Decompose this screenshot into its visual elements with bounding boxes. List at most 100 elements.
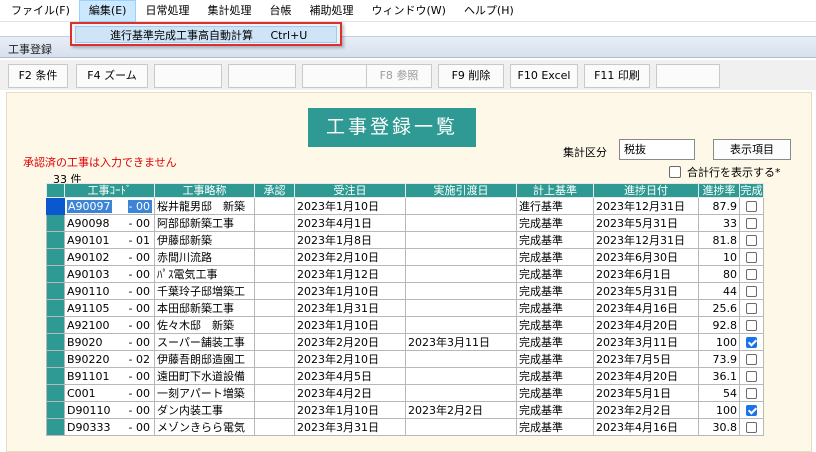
complete-checkbox[interactable] xyxy=(746,337,757,348)
approval-cell[interactable] xyxy=(254,384,295,402)
table-row[interactable]: A92100 - 00 佐々木邸 新築 2023年1月10日 完成基準 2023年4月20… xyxy=(46,316,764,334)
row-marker[interactable] xyxy=(46,384,65,402)
table-row[interactable]: A90103 - 00 ﾊﾟｽ電気工事 2023年1月12日 完成基準 2023年6月1日… xyxy=(46,265,764,283)
delivery-date-cell[interactable] xyxy=(405,197,517,215)
header-order-date[interactable]: 受注日 xyxy=(294,183,406,198)
basis-cell[interactable]: 完成基準 xyxy=(516,231,594,249)
progress-rate-cell[interactable]: 73.9 xyxy=(698,350,740,368)
delivery-date-cell[interactable] xyxy=(405,214,517,232)
approval-cell[interactable] xyxy=(254,299,295,317)
order-date-cell[interactable]: 2023年3月31日 xyxy=(294,418,406,436)
complete-checkbox[interactable] xyxy=(746,235,757,246)
menu-daily[interactable]: 日常処理 xyxy=(136,0,198,22)
progress-rate-cell[interactable]: 92.8 xyxy=(698,316,740,334)
menu-window[interactable]: ウィンドウ(W) xyxy=(362,0,454,22)
approval-cell[interactable] xyxy=(254,265,295,283)
basis-cell[interactable]: 完成基準 xyxy=(516,367,594,385)
f8-reference-button[interactable]: F8 参照 xyxy=(366,64,432,88)
row-marker[interactable] xyxy=(46,231,65,249)
complete-cell[interactable] xyxy=(739,265,764,283)
basis-cell[interactable]: 完成基準 xyxy=(516,248,594,266)
menu-help[interactable]: ヘルプ(H) xyxy=(455,0,523,22)
f2-condition-button[interactable]: F2 条件 xyxy=(8,64,68,88)
header-code[interactable]: 工事ｺｰﾄﾞ xyxy=(64,183,155,198)
order-date-cell[interactable]: 2023年1月10日 xyxy=(294,401,406,419)
approval-cell[interactable] xyxy=(254,214,295,232)
progress-date-cell[interactable]: 2023年6月1日 xyxy=(593,265,699,283)
basis-cell[interactable]: 進行基準 xyxy=(516,197,594,215)
complete-checkbox[interactable] xyxy=(746,286,757,297)
complete-cell[interactable] xyxy=(739,214,764,232)
progress-rate-cell[interactable]: 100 xyxy=(698,333,740,351)
auto-calc-menu-item[interactable]: 進行基準完成工事高自動計算 Ctrl+U xyxy=(75,26,337,43)
progress-rate-cell[interactable]: 30.8 xyxy=(698,418,740,436)
approval-cell[interactable] xyxy=(254,231,295,249)
complete-cell[interactable] xyxy=(739,316,764,334)
f5-empty-button[interactable] xyxy=(154,64,222,88)
code-cell[interactable]: A90098 - 00 xyxy=(64,214,155,232)
progress-rate-cell[interactable]: 54 xyxy=(698,384,740,402)
complete-checkbox[interactable] xyxy=(746,405,757,416)
row-marker[interactable] xyxy=(46,401,65,419)
progress-rate-cell[interactable]: 80 xyxy=(698,265,740,283)
progress-rate-cell[interactable]: 87.9 xyxy=(698,197,740,215)
table-row[interactable]: B91101 - 00 遠田町下水道設備 2023年4月5日 完成基準 2023年4月20… xyxy=(46,367,764,385)
complete-checkbox[interactable] xyxy=(746,422,757,433)
delivery-date-cell[interactable] xyxy=(405,231,517,249)
code-cell[interactable]: A91105 - 00 xyxy=(64,299,155,317)
f4-zoom-button[interactable]: F4 ズーム xyxy=(76,64,148,88)
delivery-date-cell[interactable] xyxy=(405,316,517,334)
basis-cell[interactable]: 完成基準 xyxy=(516,418,594,436)
code-cell[interactable]: A90102 - 00 xyxy=(64,248,155,266)
complete-checkbox[interactable] xyxy=(746,354,757,365)
code-cell[interactable]: B91101 - 00 xyxy=(64,367,155,385)
basis-cell[interactable]: 完成基準 xyxy=(516,299,594,317)
delivery-date-cell[interactable] xyxy=(405,248,517,266)
progress-rate-cell[interactable]: 33 xyxy=(698,214,740,232)
order-date-cell[interactable]: 2023年1月10日 xyxy=(294,316,406,334)
header-basis[interactable]: 計上基準 xyxy=(516,183,594,198)
row-marker[interactable] xyxy=(46,214,65,232)
name-cell[interactable]: ﾊﾟｽ電気工事 xyxy=(154,265,255,283)
approval-cell[interactable] xyxy=(254,333,295,351)
code-cell[interactable]: A92100 - 00 xyxy=(64,316,155,334)
complete-cell[interactable] xyxy=(739,333,764,351)
row-marker[interactable] xyxy=(46,367,65,385)
progress-date-cell[interactable]: 2023年5月31日 xyxy=(593,282,699,300)
complete-checkbox[interactable] xyxy=(746,371,757,382)
name-cell[interactable]: 一刻アパート増築 xyxy=(154,384,255,402)
complete-checkbox[interactable] xyxy=(746,218,757,229)
menu-edit[interactable]: 編集(E) xyxy=(78,0,137,22)
complete-cell[interactable] xyxy=(739,231,764,249)
menu-aggregate[interactable]: 集計処理 xyxy=(198,0,260,22)
order-date-cell[interactable]: 2023年4月2日 xyxy=(294,384,406,402)
basis-cell[interactable]: 完成基準 xyxy=(516,350,594,368)
delivery-date-cell[interactable] xyxy=(405,282,517,300)
approval-cell[interactable] xyxy=(254,350,295,368)
order-date-cell[interactable]: 2023年4月5日 xyxy=(294,367,406,385)
code-cell[interactable]: A90103 - 00 xyxy=(64,265,155,283)
order-date-cell[interactable]: 2023年1月10日 xyxy=(294,197,406,215)
complete-cell[interactable] xyxy=(739,248,764,266)
progress-date-cell[interactable]: 2023年4月20日 xyxy=(593,367,699,385)
table-row[interactable]: A90097 - 00 桜井龍男邸 新築 2023年1月10日 進行基準 2023年12月… xyxy=(46,197,764,215)
approval-cell[interactable] xyxy=(254,367,295,385)
order-date-cell[interactable]: 2023年1月10日 xyxy=(294,282,406,300)
table-row[interactable]: B9020- 00 スーパー舗装工事 2023年2月20日 2023年3月11日 完成基… xyxy=(46,333,764,351)
row-marker[interactable] xyxy=(46,282,65,300)
row-marker[interactable] xyxy=(46,350,65,368)
progress-date-cell[interactable]: 2023年5月31日 xyxy=(593,214,699,232)
row-marker[interactable] xyxy=(46,316,65,334)
approval-cell[interactable] xyxy=(254,401,295,419)
progress-date-cell[interactable]: 2023年6月30日 xyxy=(593,248,699,266)
complete-cell[interactable] xyxy=(739,282,764,300)
table-row[interactable]: A90101 - 01 伊藤邸新築 2023年1月8日 完成基準 2023年12月31日 8… xyxy=(46,231,764,249)
f6-empty-button[interactable] xyxy=(228,64,296,88)
code-cell[interactable]: A90097 - 00 xyxy=(64,197,155,215)
complete-checkbox[interactable] xyxy=(746,303,757,314)
table-row[interactable]: C001 - 00 一刻アパート増築 2023年4月2日 完成基準 2023年5月1日 54 xyxy=(46,384,764,402)
order-date-cell[interactable]: 2023年1月8日 xyxy=(294,231,406,249)
table-row[interactable]: A90110 - 00 千葉玲子邸増築工 2023年1月10日 完成基準 2023年5月3… xyxy=(46,282,764,300)
progress-rate-cell[interactable]: 81.8 xyxy=(698,231,740,249)
complete-checkbox[interactable] xyxy=(746,252,757,263)
